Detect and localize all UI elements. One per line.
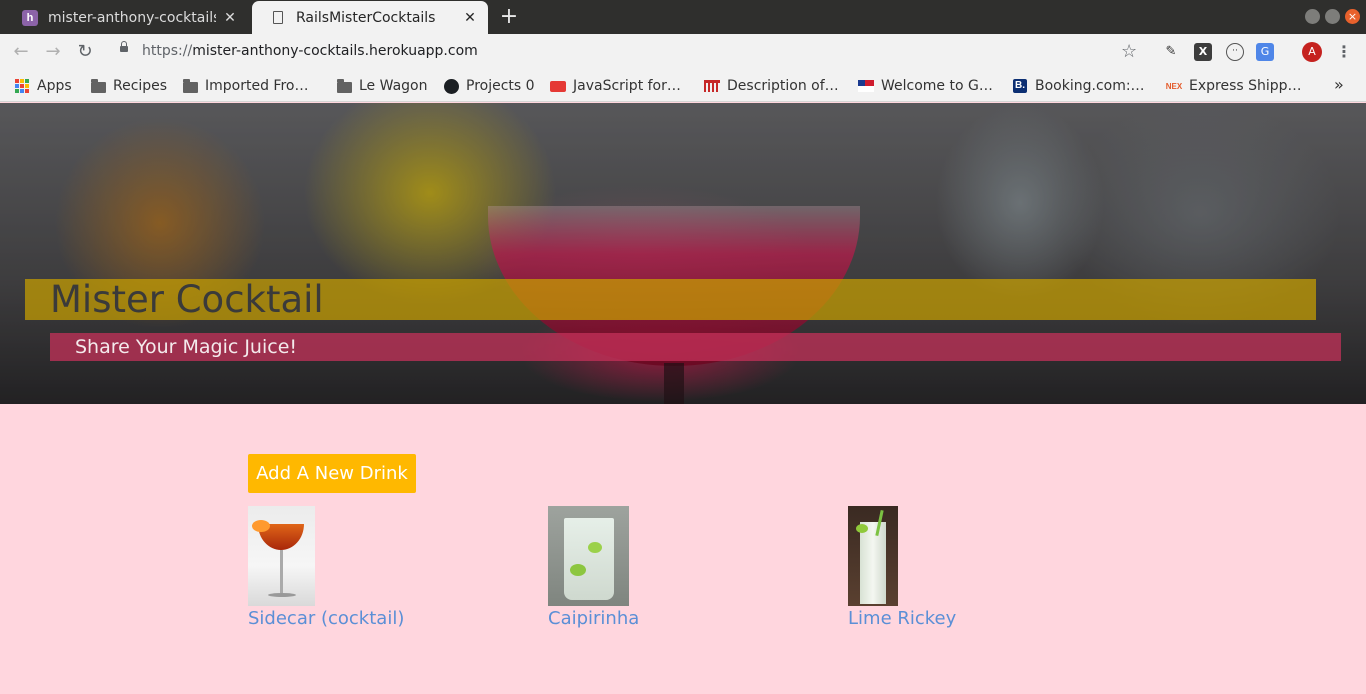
add-new-drink-button[interactable]: Add A New Drink: [248, 454, 416, 493]
tab-rails-mister-cocktails[interactable]: RailsMisterCocktails ✕: [252, 1, 488, 34]
document-icon: [270, 10, 286, 26]
railway-icon: [704, 78, 720, 94]
heroku-icon: h: [22, 9, 38, 26]
translate-extension-icon[interactable]: G: [1256, 43, 1274, 61]
hero-title: Mister Cocktail: [25, 279, 1316, 320]
drink-card-lime-rickey: Lime Rickey: [848, 506, 956, 629]
drink-link-caipirinha[interactable]: Caipirinha: [548, 608, 639, 629]
reload-icon[interactable]: ↻: [73, 41, 97, 65]
bookmark-label: Imported Fro…: [205, 78, 309, 94]
bookmark-label: Express Shipp…: [1189, 78, 1302, 94]
bookmark-projects[interactable]: Projects 0: [443, 76, 535, 96]
bus-icon: [550, 78, 566, 94]
back-arrow-icon[interactable]: ←: [9, 41, 33, 65]
folder-icon: [336, 78, 352, 94]
close-tab-icon[interactable]: ✕: [222, 10, 238, 26]
url-text[interactable]: https://mister-anthony-cocktails.herokua…: [142, 43, 478, 59]
new-tab-button[interactable]: +: [498, 6, 520, 28]
drink-card-sidecar: Sidecar (cocktail): [248, 506, 404, 629]
bookmark-label: Projects 0: [466, 78, 535, 94]
url-host: mister-anthony-cocktails.herokuapp.com: [192, 43, 478, 59]
eyedropper-extension-icon[interactable]: ✎: [1162, 43, 1180, 61]
hero-banner: Mister Cocktail Share Your Magic Juice!: [0, 103, 1366, 404]
bookmark-imported[interactable]: Imported Fro…: [182, 76, 308, 96]
lime-rickey-photo[interactable]: [848, 506, 898, 606]
folder-icon: [182, 78, 198, 94]
lock-icon: [120, 41, 128, 52]
bookmark-recipes[interactable]: Recipes: [90, 76, 167, 96]
close-window-button[interactable]: ×: [1345, 9, 1360, 24]
bookmark-star-icon[interactable]: ☆: [1121, 41, 1137, 62]
profile-avatar[interactable]: A: [1302, 42, 1322, 62]
bookmark-le-wagon[interactable]: Le Wagon: [336, 76, 427, 96]
flag-icon: [858, 78, 874, 94]
tab-mister-anthony-cocktails[interactable]: h mister-anthony-cocktails ✕: [4, 1, 248, 34]
maximize-window-button[interactable]: [1325, 9, 1340, 24]
tab-title: RailsMisterCocktails: [296, 9, 436, 26]
hero-subtitle: Share Your Magic Juice!: [50, 333, 1341, 361]
bookmark-label: Apps: [37, 78, 72, 94]
browser-tab-strip: h mister-anthony-cocktails ✕ RailsMister…: [0, 0, 1366, 34]
minimize-window-button[interactable]: [1305, 9, 1320, 24]
code-extension-icon[interactable]: ··: [1226, 43, 1244, 61]
bookmark-label: Booking.com:…: [1035, 78, 1145, 94]
x-extension-icon[interactable]: X: [1194, 43, 1212, 61]
drink-link-sidecar[interactable]: Sidecar (cocktail): [248, 608, 404, 629]
booking-icon: B.: [1013, 79, 1027, 93]
nex-icon: NEX: [1165, 81, 1183, 91]
bookmark-welcome[interactable]: Welcome to G…: [858, 76, 993, 96]
bookmark-label: Welcome to G…: [881, 78, 993, 94]
bookmark-label: Le Wagon: [359, 78, 428, 94]
caipirinha-photo[interactable]: [548, 506, 629, 606]
apps-grid-icon: [14, 78, 30, 94]
url-scheme: https://: [142, 43, 193, 59]
bookmark-label: JavaScript for…: [573, 78, 681, 94]
close-tab-icon[interactable]: ✕: [462, 10, 478, 26]
tab-title: mister-anthony-cocktails: [48, 9, 216, 26]
bookmark-label: Recipes: [113, 78, 168, 94]
address-bar[interactable]: https://mister-anthony-cocktails.herokua…: [110, 38, 1150, 66]
bookmark-description[interactable]: Description of…: [704, 76, 839, 96]
bookmark-javascript[interactable]: JavaScript for…: [550, 76, 681, 96]
drink-card-caipirinha: Caipirinha: [548, 506, 639, 629]
bookmark-booking[interactable]: B. Booking.com:…: [1012, 76, 1145, 96]
bookmark-express[interactable]: NEX Express Shipp…: [1166, 76, 1302, 96]
forward-arrow-icon[interactable]: →: [41, 41, 65, 65]
github-icon: [443, 78, 459, 94]
bookmark-label: Description of…: [727, 78, 839, 94]
browser-toolbar: ← → ↻ https://mister-anthony-cocktails.h…: [0, 34, 1366, 70]
drink-link-lime-rickey[interactable]: Lime Rickey: [848, 608, 956, 629]
more-bookmarks-chevron-icon[interactable]: »: [1334, 75, 1344, 94]
folder-icon: [90, 78, 106, 94]
bookmarks-bar: Apps Recipes Imported Fro… Le Wagon Proj…: [0, 70, 1366, 102]
sidecar-photo[interactable]: [248, 506, 315, 606]
kebab-menu-icon[interactable]: ⋮: [1336, 41, 1352, 63]
bookmark-apps[interactable]: Apps: [14, 76, 72, 96]
